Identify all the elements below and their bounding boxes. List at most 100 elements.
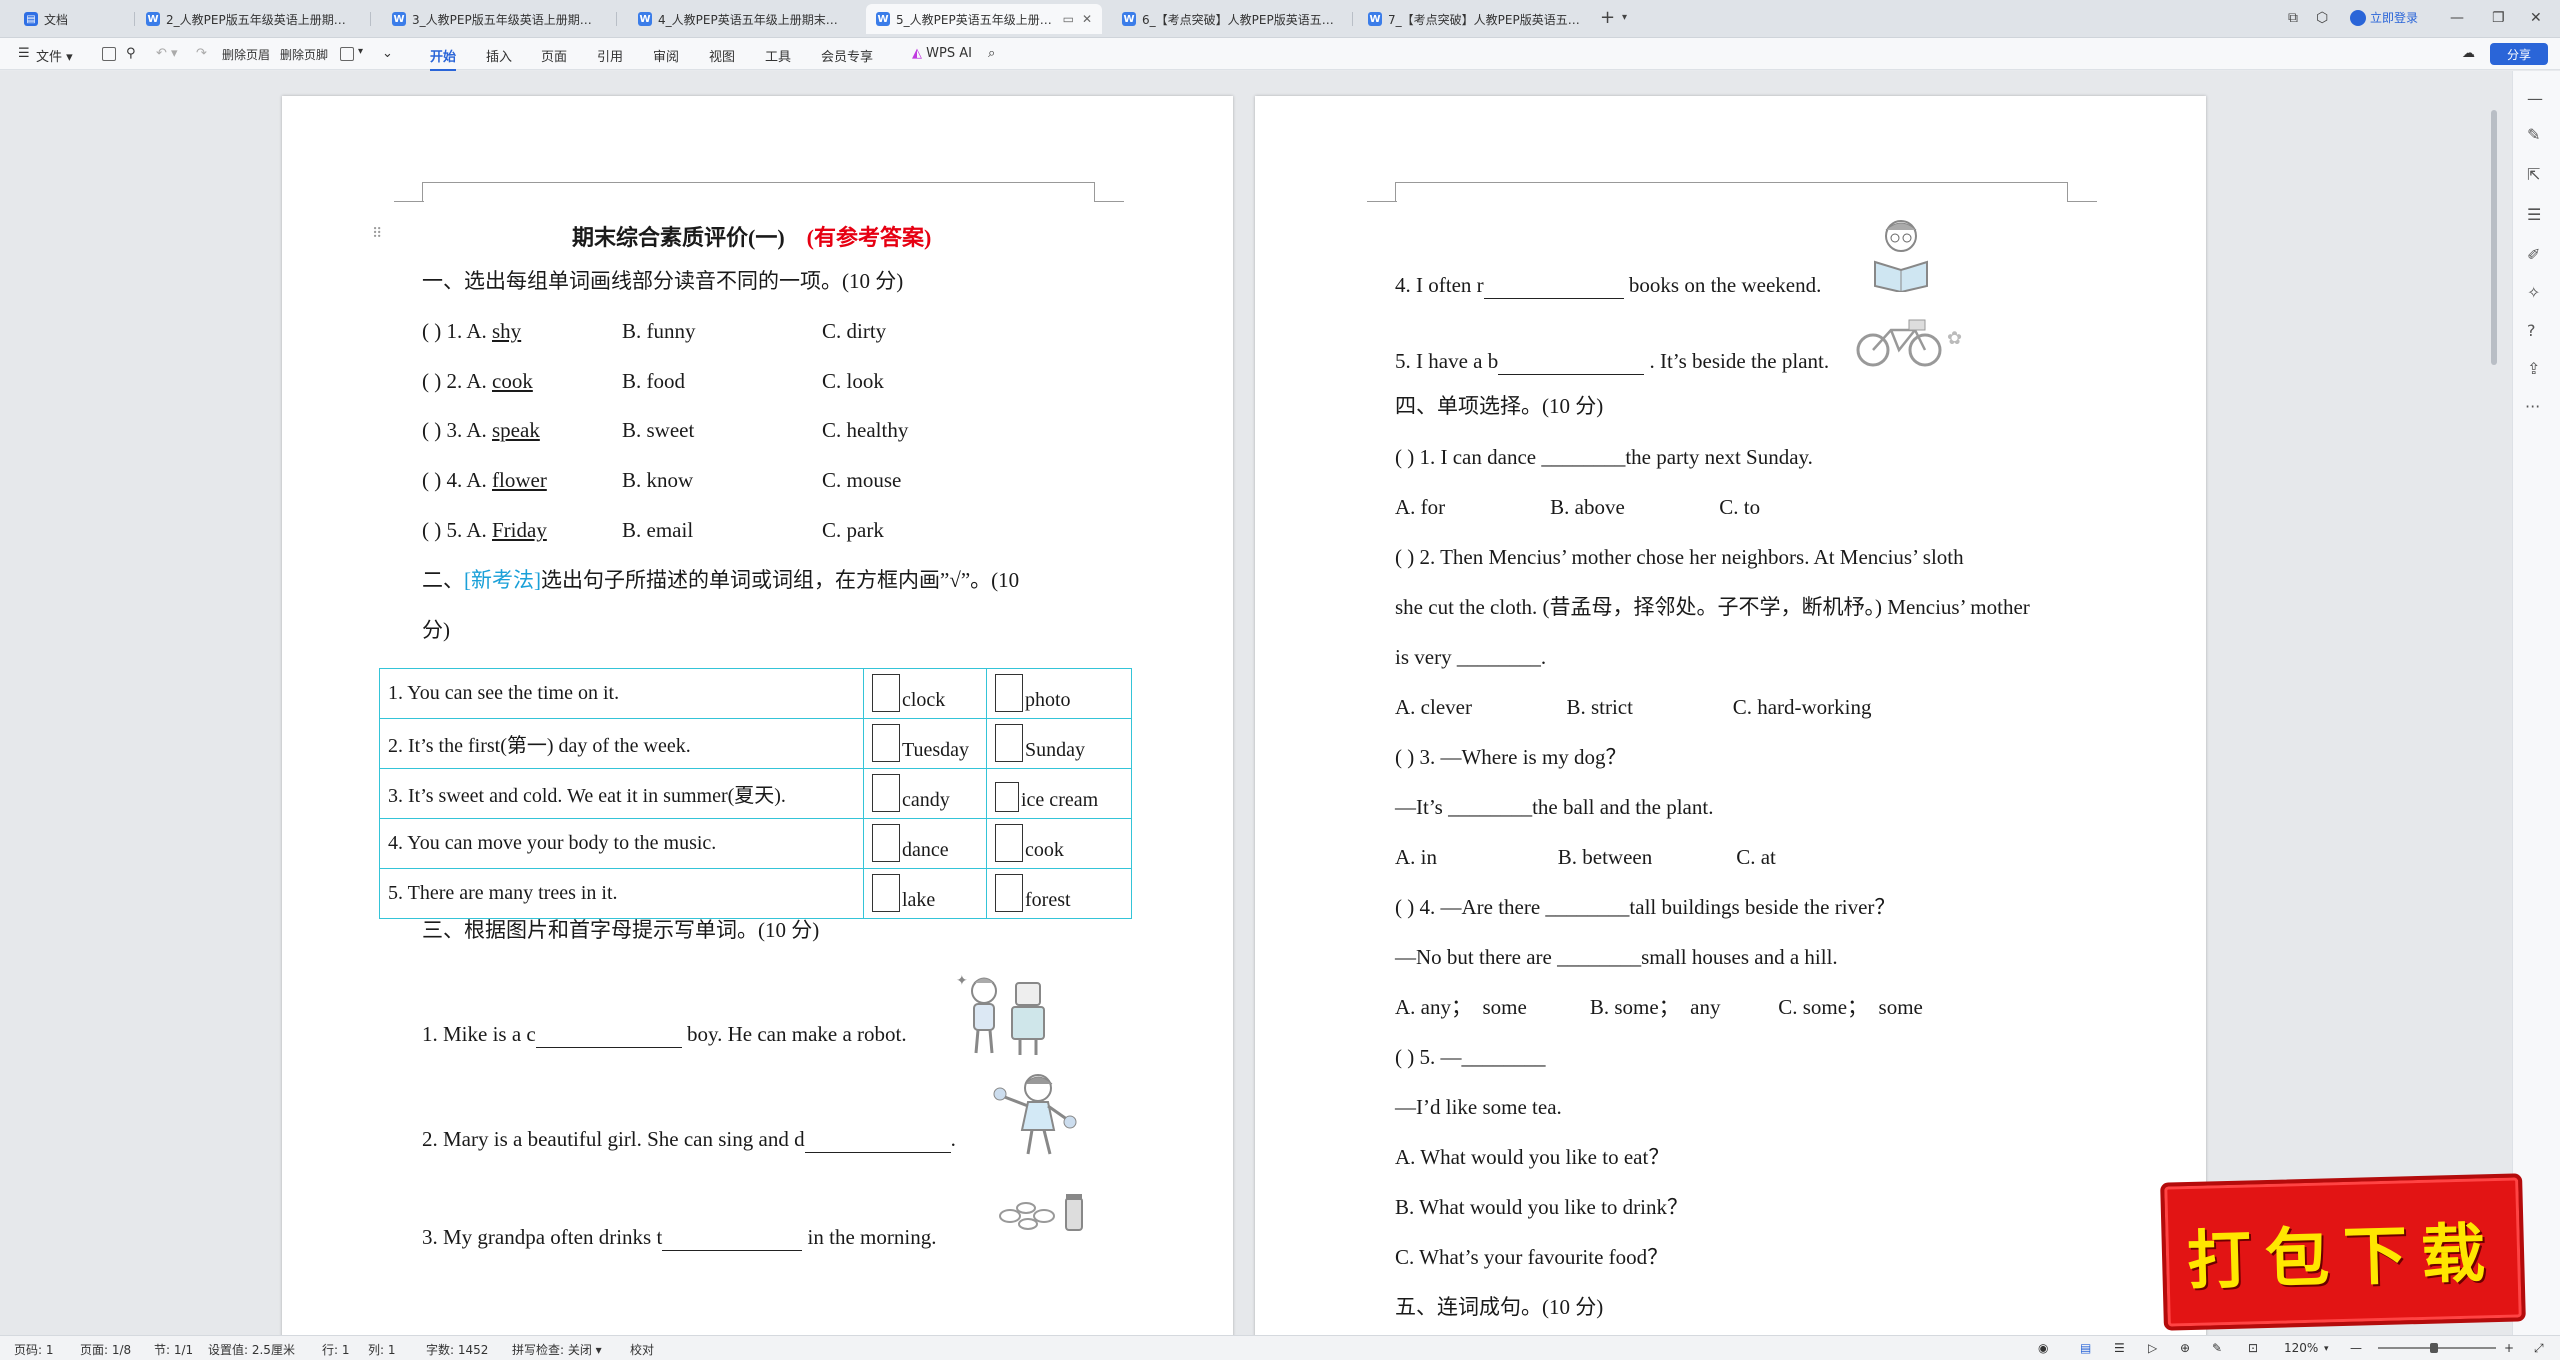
option-cell[interactable]: Sunday bbox=[986, 718, 1132, 769]
tab-tools[interactable]: 工具 bbox=[765, 46, 791, 65]
collapse-icon[interactable]: — bbox=[2527, 85, 2543, 113]
save-icon[interactable] bbox=[102, 47, 116, 61]
option-cell[interactable]: ice cream bbox=[986, 768, 1132, 819]
fit-icon[interactable]: ⊡ bbox=[2248, 1341, 2258, 1355]
tab-doc-6[interactable]: W 6_【考点突破】人教PEP版英语五年级 bbox=[1112, 4, 1348, 34]
scroll-thumb[interactable] bbox=[2491, 110, 2497, 365]
section-3-heading: 三、根据图片和首字母提示写单词。(10 分) bbox=[422, 918, 820, 942]
ai-label: WPS AI bbox=[926, 46, 972, 61]
delete-header-button[interactable]: 删除页眉 bbox=[222, 46, 270, 63]
pen-icon[interactable]: ✎ bbox=[2527, 121, 2540, 149]
search-icon[interactable]: ⌕ bbox=[988, 46, 995, 61]
zoom-out-icon[interactable]: — bbox=[2350, 1341, 2362, 1355]
checkbox[interactable] bbox=[872, 774, 900, 812]
option-cell[interactable]: cook bbox=[986, 818, 1132, 869]
tab-doc-3[interactable]: W 3_人教PEP版五年级英语上册期末测试 bbox=[382, 4, 612, 34]
answer-blank[interactable] bbox=[804, 1131, 951, 1153]
option-cell[interactable]: dance bbox=[863, 818, 987, 869]
option-cell[interactable]: lake bbox=[863, 868, 987, 919]
redo-icon[interactable]: ↷ bbox=[196, 46, 207, 61]
answer-blank[interactable] bbox=[1498, 353, 1645, 375]
new-tab-icon[interactable]: + bbox=[1600, 9, 1615, 27]
tab-doc-4[interactable]: W 4_人教PEP英语五年级上册期末真题汇 bbox=[628, 4, 856, 34]
more-chevron-icon[interactable]: ⌄ bbox=[382, 46, 393, 61]
file-menu[interactable]: 文件 ▾ bbox=[36, 46, 73, 65]
play-icon[interactable]: ▷ bbox=[2148, 1341, 2157, 1355]
format-painter-icon[interactable]: ⚲ bbox=[126, 46, 136, 61]
chevron-down-icon[interactable]: ▾ bbox=[2324, 1344, 2329, 1354]
zoom-in-icon[interactable]: + bbox=[2504, 1341, 2514, 1355]
option-cell[interactable]: clock bbox=[863, 668, 987, 719]
option-cell[interactable]: Tuesday bbox=[863, 718, 987, 769]
cube-icon[interactable]: ⬡ bbox=[2316, 10, 2328, 26]
setting-value[interactable]: 设置值: 2.5厘米 bbox=[208, 1341, 295, 1358]
tab-doc-7[interactable]: W 7_【考点突破】人教PEP版英语五年级 bbox=[1358, 4, 1594, 34]
checkbox[interactable] bbox=[995, 724, 1023, 762]
checkbox[interactable] bbox=[995, 782, 1019, 812]
tab-review[interactable]: 审阅 bbox=[653, 46, 679, 65]
minimize-icon[interactable]: — bbox=[2450, 10, 2464, 26]
insert-image-icon[interactable] bbox=[340, 47, 354, 61]
option-cell[interactable]: forest bbox=[986, 868, 1132, 919]
spell-check[interactable]: 拼写检查: 关闭 ▾ bbox=[512, 1341, 602, 1358]
eye-icon[interactable]: ◉ bbox=[2038, 1341, 2048, 1355]
tab-page[interactable]: 页面 bbox=[541, 46, 567, 65]
outline-view-icon[interactable]: ☰ bbox=[2114, 1341, 2125, 1355]
close-icon[interactable]: ✕ bbox=[1082, 12, 1092, 26]
section-2-heading: 二、[新考法]选出句子所描述的单词或词组，在方框内画”√”。(10 bbox=[422, 566, 1019, 594]
answer-blank[interactable] bbox=[535, 1026, 682, 1048]
tab-member[interactable]: 会员专享 bbox=[821, 46, 873, 65]
mc-line: is very ________. bbox=[1395, 645, 1547, 669]
checkbox[interactable] bbox=[995, 874, 1023, 912]
hamburger-icon[interactable]: ☰ bbox=[18, 46, 30, 61]
tab-docs[interactable]: ▤ 文档 bbox=[14, 4, 132, 34]
tab-insert[interactable]: 插入 bbox=[486, 46, 512, 65]
fullscreen-icon[interactable]: ⤢ bbox=[2534, 1341, 2544, 1356]
checkbox[interactable] bbox=[995, 824, 1023, 862]
magic-icon[interactable]: ✧ bbox=[2527, 279, 2540, 307]
tab-view[interactable]: 视图 bbox=[709, 46, 735, 65]
page-view-icon[interactable]: ▤ bbox=[2080, 1341, 2091, 1355]
cloud-icon[interactable]: ☁ bbox=[2462, 46, 2475, 61]
select-icon[interactable]: ⇱ bbox=[2527, 161, 2540, 189]
share-button[interactable]: 分享 bbox=[2490, 43, 2548, 65]
web-view-icon[interactable]: ⊕ bbox=[2180, 1341, 2190, 1355]
vertical-scrollbar[interactable] bbox=[2490, 110, 2498, 1290]
tab-start[interactable]: 开始 bbox=[430, 46, 457, 71]
checkbox[interactable] bbox=[872, 824, 900, 862]
word-count[interactable]: 字数: 1452 bbox=[426, 1341, 488, 1358]
tab-reference[interactable]: 引用 bbox=[597, 46, 623, 65]
zoom-slider-thumb[interactable] bbox=[2430, 1343, 2438, 1353]
share-doc-icon[interactable]: ⇪ bbox=[2527, 355, 2540, 383]
help-icon[interactable]: ? bbox=[2527, 317, 2536, 345]
delete-footer-button[interactable]: 删除页脚 bbox=[280, 46, 328, 63]
chevron-down-icon[interactable]: ▾ bbox=[1622, 12, 1627, 23]
zoom-level[interactable]: 120% bbox=[2284, 1341, 2318, 1355]
restore-icon[interactable]: ❐ bbox=[2492, 10, 2505, 26]
answer-blank[interactable] bbox=[1483, 277, 1624, 299]
checkbox[interactable] bbox=[995, 674, 1023, 712]
drag-handle-icon[interactable]: ⠿ bbox=[372, 221, 382, 249]
undo-icon[interactable]: ↶ ▾ bbox=[156, 46, 178, 61]
chevron-down-icon[interactable]: ▾ bbox=[358, 46, 363, 57]
tab-doc-2[interactable]: W 2_人教PEP版五年级英语上册期末测试 bbox=[136, 4, 366, 34]
download-banner[interactable]: 打包下载 bbox=[2160, 1173, 2526, 1331]
close-window-icon[interactable]: ✕ bbox=[2530, 10, 2542, 26]
checkbox[interactable] bbox=[872, 874, 900, 912]
more-icon[interactable]: ··· bbox=[2525, 393, 2540, 421]
edit-icon[interactable]: ✐ bbox=[2527, 241, 2540, 269]
login-button[interactable]: 立即登录 bbox=[2350, 9, 2418, 26]
tab-doc-5-active[interactable]: W 5_人教PEP英语五年级上册期末 ▭ ✕ bbox=[866, 4, 1102, 34]
answer-blank[interactable] bbox=[662, 1229, 803, 1251]
checkbox[interactable] bbox=[872, 724, 900, 762]
proofread-button[interactable]: 校对 bbox=[630, 1341, 654, 1358]
checkbox[interactable] bbox=[872, 674, 900, 712]
option-cell[interactable]: photo bbox=[986, 668, 1132, 719]
adjust-icon[interactable]: ☰ bbox=[2527, 201, 2541, 229]
wps-ai-button[interactable]: ◭ WPS AI bbox=[912, 46, 972, 61]
tab-label: 4_人教PEP英语五年级上册期末真题汇 bbox=[658, 12, 846, 27]
window-layout-icon[interactable]: ⧉ bbox=[2288, 10, 2298, 26]
option-cell[interactable]: candy bbox=[863, 768, 987, 819]
page-count[interactable]: 页面: 1/8 bbox=[80, 1341, 131, 1358]
pen-mode-icon[interactable]: ✎ bbox=[2212, 1341, 2222, 1355]
